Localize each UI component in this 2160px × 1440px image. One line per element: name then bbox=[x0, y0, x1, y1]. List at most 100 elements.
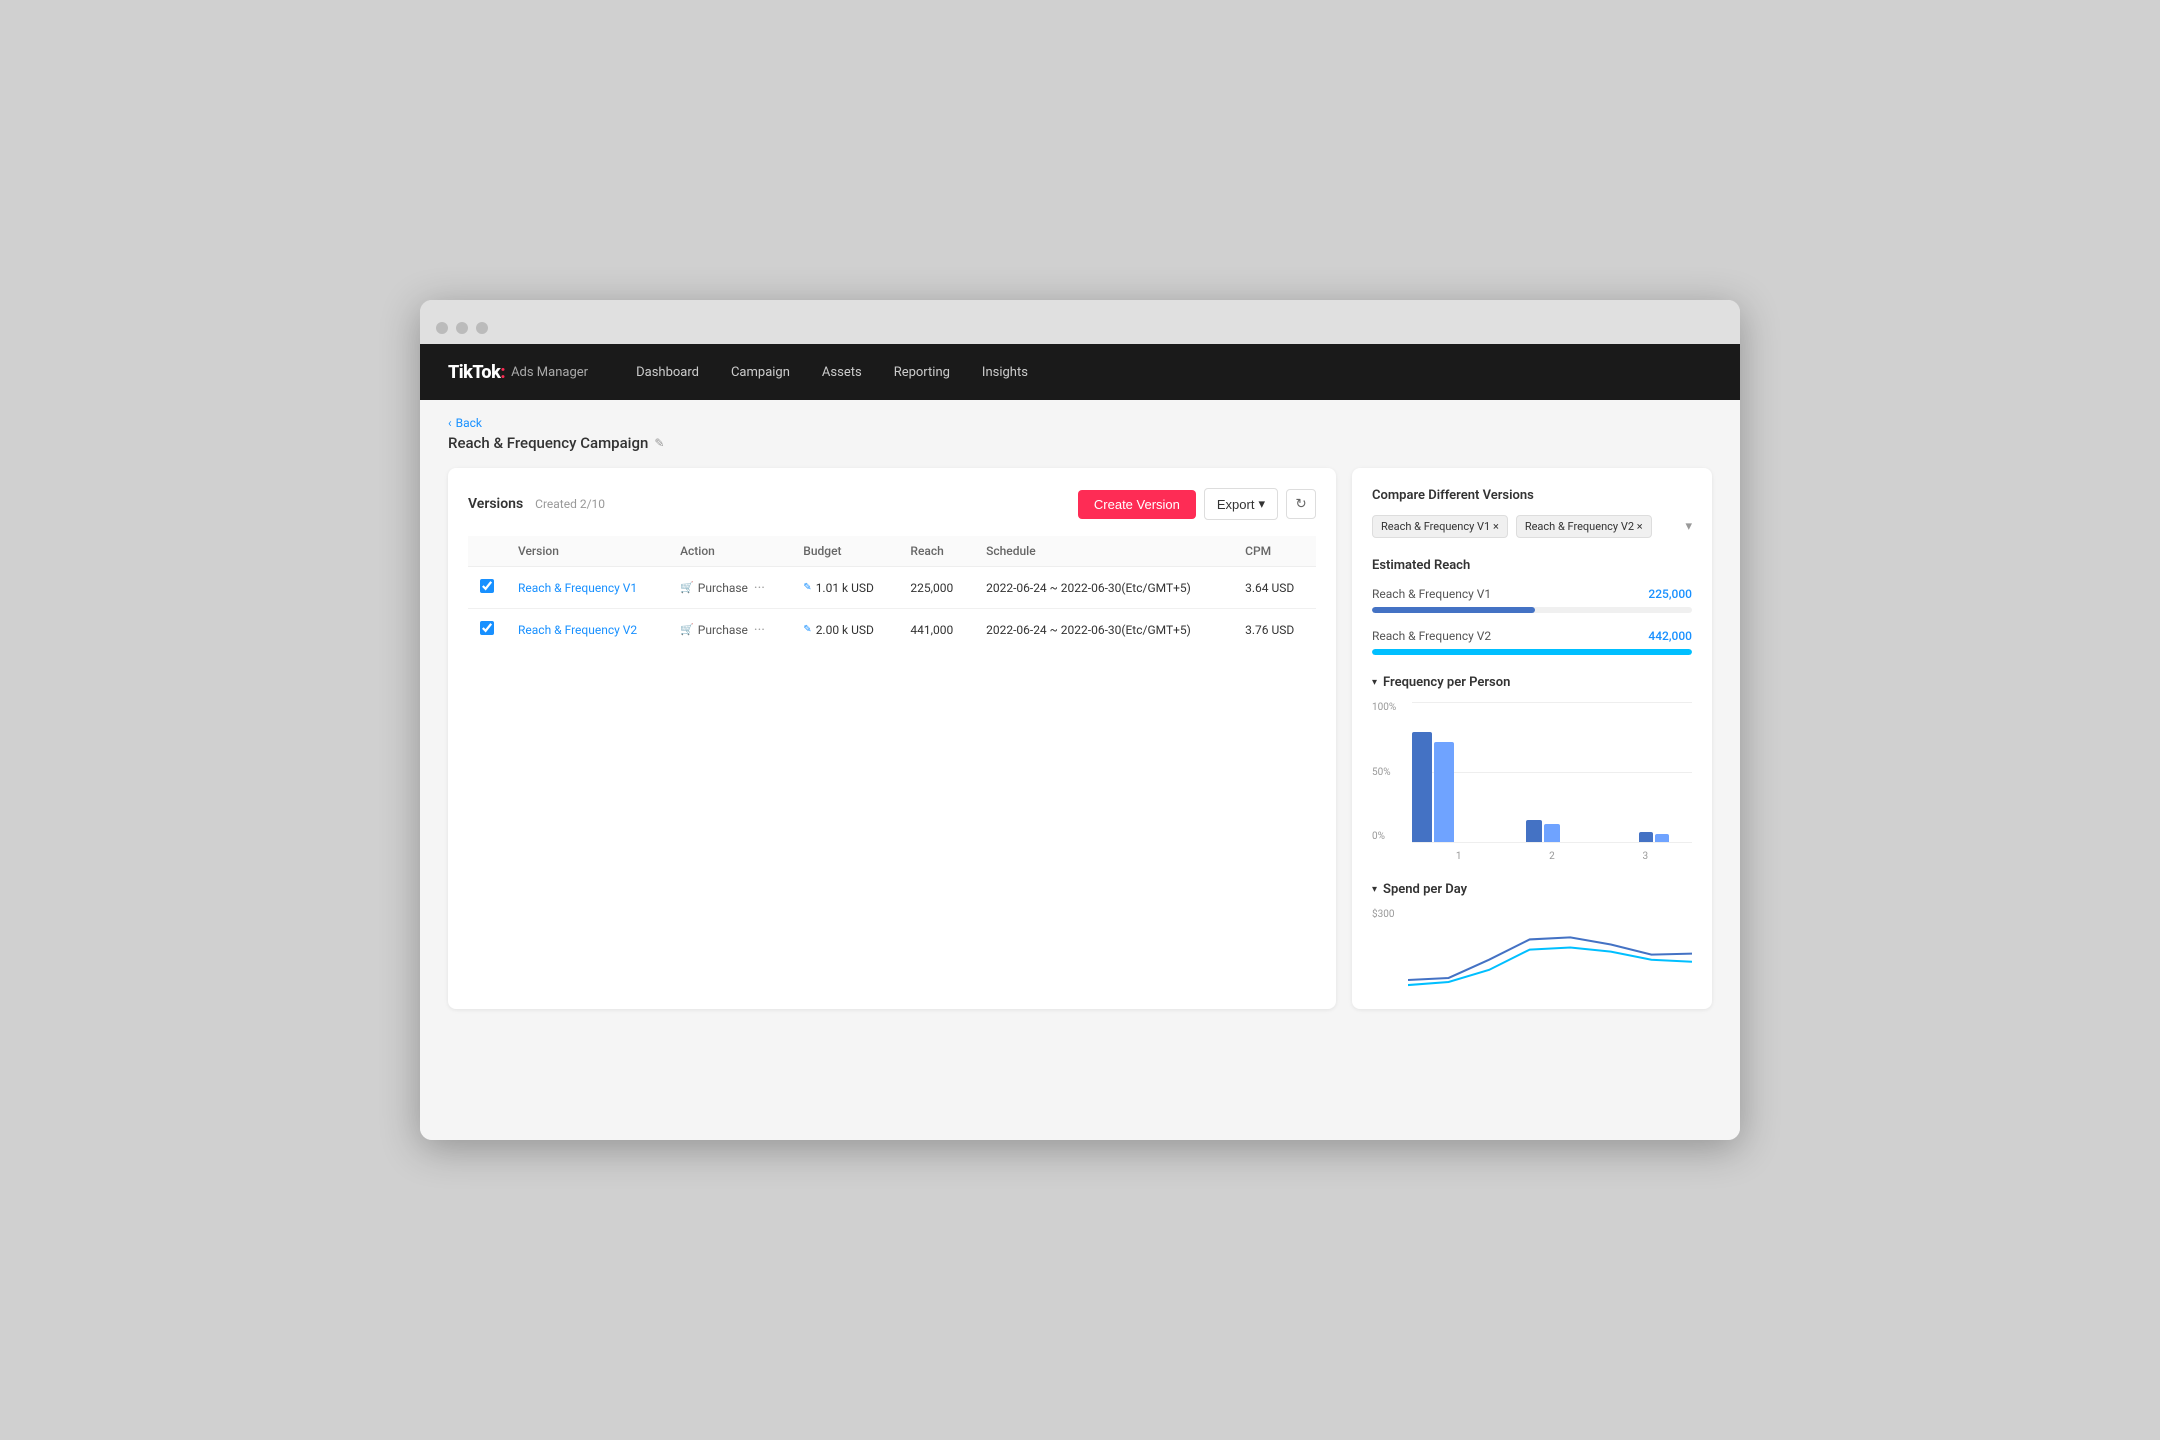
table-row: Reach & Frequency V2 🛒 Purchase ··· bbox=[468, 609, 1316, 651]
bar-g2-v1 bbox=[1526, 820, 1542, 842]
frequency-section: ▾ Frequency per Person 100% 50% 0% bbox=[1372, 675, 1692, 862]
col-header-action: Action bbox=[668, 536, 791, 567]
row1-cpm-value: 3.64 USD bbox=[1245, 581, 1294, 595]
compare-title: Compare Different Versions bbox=[1372, 488, 1692, 503]
navbar: TikTok: Ads Manager Dashboard Campaign A… bbox=[420, 344, 1740, 400]
back-link[interactable]: ‹ Back bbox=[448, 416, 1712, 430]
bar-g2-v2 bbox=[1544, 824, 1560, 842]
col-header-reach: Reach bbox=[898, 536, 974, 567]
table-row: Reach & Frequency V1 🛒 Purchase ··· bbox=[468, 567, 1316, 609]
row2-checkbox[interactable] bbox=[480, 621, 494, 635]
x-label-1: 1 bbox=[1456, 851, 1462, 862]
row1-purchase-tag: 🛒 Purchase bbox=[680, 581, 748, 595]
created-label: Created 2/10 bbox=[535, 497, 605, 511]
reach-item-v2-header: Reach & Frequency V2 442,000 bbox=[1372, 629, 1692, 643]
spend-line-chart: $300 bbox=[1372, 909, 1692, 989]
reach-item-v1: Reach & Frequency V1 225,000 bbox=[1372, 587, 1692, 613]
page-title-area: Reach & Frequency Campaign ✎ bbox=[448, 434, 1712, 452]
nav-reporting[interactable]: Reporting bbox=[894, 361, 950, 384]
reach-v1-bar-bg bbox=[1372, 607, 1692, 613]
col-header-cpm: CPM bbox=[1233, 536, 1316, 567]
browser-dot-1 bbox=[436, 322, 448, 334]
col-header-schedule: Schedule bbox=[974, 536, 1233, 567]
spend-section-header[interactable]: ▾ Spend per Day bbox=[1372, 882, 1692, 897]
browser-dot-3 bbox=[476, 322, 488, 334]
row1-budget-value: 1.01 k USD bbox=[816, 581, 874, 595]
row1-budget-cell: ✎ 1.01 k USD bbox=[791, 567, 898, 609]
versions-panel: Versions Created 2/10 Create Version Exp… bbox=[448, 468, 1336, 1009]
breadcrumb-area: ‹ Back Reach & Frequency Campaign ✎ bbox=[448, 416, 1712, 452]
frequency-section-header[interactable]: ▾ Frequency per Person bbox=[1372, 675, 1692, 690]
grid-line-bottom bbox=[1412, 842, 1692, 843]
spend-y-label: $300 bbox=[1372, 909, 1394, 920]
reach-v1-bar-fill bbox=[1372, 607, 1535, 613]
reach-v2-name: Reach & Frequency V2 bbox=[1372, 629, 1491, 643]
refresh-icon: ↻ bbox=[1295, 496, 1306, 512]
budget-edit-icon: ✎ bbox=[803, 582, 811, 593]
spend-collapse-icon: ▾ bbox=[1372, 884, 1377, 895]
frequency-title: Frequency per Person bbox=[1383, 675, 1510, 690]
row1-action-content: 🛒 Purchase ··· bbox=[680, 580, 779, 596]
row1-checkbox[interactable] bbox=[480, 579, 494, 593]
row2-action-label: Purchase bbox=[698, 623, 748, 637]
reach-item-v2: Reach & Frequency V2 442,000 bbox=[1372, 629, 1692, 655]
row2-budget-cell: ✎ 2.00 k USD bbox=[791, 609, 898, 651]
y-label-0: 0% bbox=[1372, 831, 1408, 842]
compare-tag-v2[interactable]: Reach & Frequency V2 × bbox=[1516, 515, 1652, 538]
bar-g1-v2 bbox=[1434, 742, 1454, 842]
reach-v2-bar-bg bbox=[1372, 649, 1692, 655]
row1-action-label: Purchase bbox=[698, 581, 748, 595]
browser-dot-2 bbox=[456, 322, 468, 334]
spend-title: Spend per Day bbox=[1383, 882, 1467, 897]
reach-v1-value: 225,000 bbox=[1648, 587, 1692, 601]
nav-insights[interactable]: Insights bbox=[982, 361, 1028, 384]
row2-cpm-cell: 3.76 USD bbox=[1233, 609, 1316, 651]
reach-v2-bar-fill bbox=[1372, 649, 1692, 655]
x-label-2: 2 bbox=[1549, 851, 1555, 862]
panel-header-right: Create Version Export ▾ ↻ bbox=[1078, 488, 1316, 520]
y-label-100: 100% bbox=[1372, 702, 1408, 713]
y-label-50: 50% bbox=[1372, 767, 1408, 778]
refresh-button[interactable]: ↻ bbox=[1286, 489, 1316, 519]
panel-header-left: Versions Created 2/10 bbox=[468, 496, 605, 512]
compare-dropdown-icon[interactable]: ▾ bbox=[1685, 519, 1692, 534]
reach-item-v1-header: Reach & Frequency V1 225,000 bbox=[1372, 587, 1692, 601]
nav-assets[interactable]: Assets bbox=[822, 361, 862, 384]
chart-x-labels: 1 2 3 bbox=[1412, 851, 1692, 862]
chart-group-1 bbox=[1412, 732, 1465, 842]
page-title-edit-icon[interactable]: ✎ bbox=[654, 436, 664, 450]
row2-checkbox-cell bbox=[468, 609, 506, 651]
nav-campaign[interactable]: Campaign bbox=[731, 361, 790, 384]
compare-tag-v1-label: Reach & Frequency V1 × bbox=[1381, 520, 1499, 533]
compare-tag-v1[interactable]: Reach & Frequency V1 × bbox=[1372, 515, 1508, 538]
compare-tags-area: Reach & Frequency V1 × Reach & Frequency… bbox=[1372, 515, 1692, 538]
x-label-3: 3 bbox=[1643, 851, 1649, 862]
cart-icon-2: 🛒 bbox=[680, 623, 694, 636]
row1-more-button[interactable]: ··· bbox=[754, 580, 765, 596]
compare-tag-v2-label: Reach & Frequency V2 × bbox=[1525, 520, 1643, 533]
row1-checkbox-cell bbox=[468, 567, 506, 609]
row2-schedule-cell: 2022-06-24 ~ 2022-06-30(Etc/GMT+5) bbox=[974, 609, 1233, 651]
spend-svg bbox=[1408, 909, 1692, 990]
row2-purchase-tag: 🛒 Purchase bbox=[680, 623, 748, 637]
row1-action-cell: 🛒 Purchase ··· bbox=[668, 567, 791, 609]
versions-label: Versions bbox=[468, 496, 523, 512]
row1-version-link[interactable]: Reach & Frequency V1 bbox=[518, 581, 637, 595]
bar-g1-v1 bbox=[1412, 732, 1432, 842]
logo-area: TikTok: Ads Manager bbox=[448, 362, 588, 383]
cart-icon: 🛒 bbox=[680, 581, 694, 594]
row1-reach-cell: 225,000 bbox=[898, 567, 974, 609]
chart-y-labels: 100% 50% 0% bbox=[1372, 702, 1408, 842]
export-button[interactable]: Export ▾ bbox=[1204, 488, 1278, 520]
row2-more-button[interactable]: ··· bbox=[754, 622, 765, 638]
nav-dashboard[interactable]: Dashboard bbox=[636, 361, 699, 384]
back-arrow-icon: ‹ bbox=[448, 416, 452, 430]
row1-cpm-cell: 3.64 USD bbox=[1233, 567, 1316, 609]
row1-reach-value: 225,000 bbox=[910, 581, 953, 595]
ads-manager-label: Ads Manager bbox=[511, 365, 588, 380]
col-header-budget: Budget bbox=[791, 536, 898, 567]
main-layout: Versions Created 2/10 Create Version Exp… bbox=[448, 468, 1712, 1009]
create-version-button[interactable]: Create Version bbox=[1078, 490, 1196, 519]
table-header-row: Version Action Budget Reach Schedule CPM bbox=[468, 536, 1316, 567]
row2-version-link[interactable]: Reach & Frequency V2 bbox=[518, 623, 637, 637]
